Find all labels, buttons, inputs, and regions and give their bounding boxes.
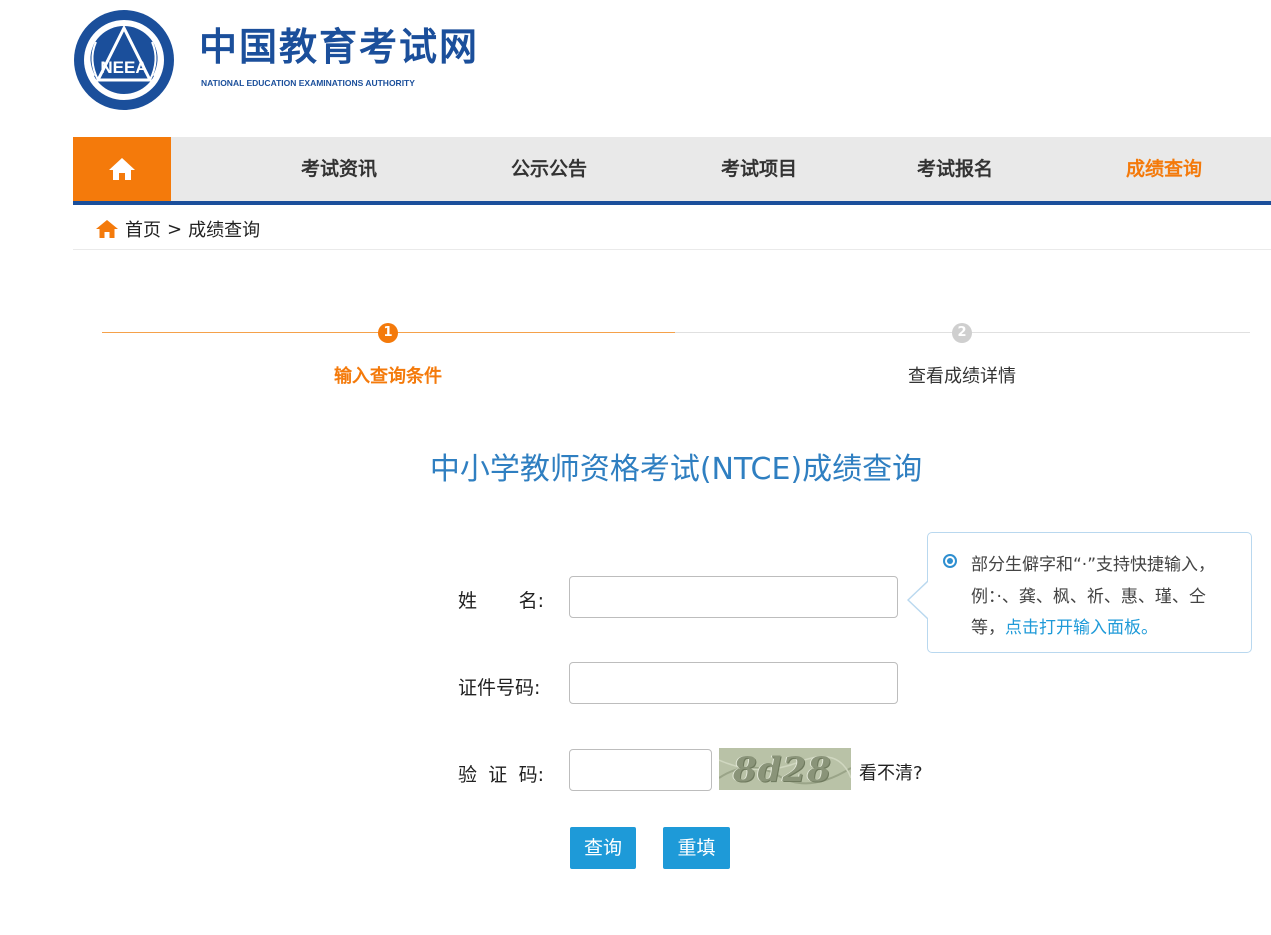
page-title: 中小学教师资格考试(NTCE)成绩查询: [429, 452, 923, 487]
nav-item-announcements[interactable]: 公示公告: [511, 137, 587, 201]
name-label-char: 名:: [518, 590, 544, 612]
breadcrumb-home-link[interactable]: 首页: [125, 216, 161, 242]
breadcrumb-separator: >: [167, 218, 183, 240]
breadcrumb-current: 成绩查询: [188, 220, 261, 241]
name-input[interactable]: [569, 576, 898, 618]
tooltip-text: 部分生僻字和“·”支持快捷输入，例：·、龚、枫、祈、惠、瑾、仝等，点击打开输入面…: [971, 550, 1233, 645]
captcha-label-char: 证: [488, 764, 508, 786]
nav-item-exam-news[interactable]: 考试资讯: [301, 137, 377, 201]
nav-item-exam-registration[interactable]: 考试报名: [917, 137, 993, 201]
query-button[interactable]: 查询: [570, 827, 636, 869]
captcha-refresh-link[interactable]: 看不清?: [859, 759, 923, 785]
captcha-label-char: 码:: [518, 764, 544, 786]
logo-text: NEEA: [100, 58, 147, 77]
open-input-panel-link[interactable]: 点击打开输入面板。: [1005, 618, 1158, 638]
captcha-image[interactable]: 8d28: [719, 748, 851, 790]
nav-home-button[interactable]: [73, 137, 171, 201]
captcha-label: 验 证 码:: [458, 760, 544, 787]
home-icon: [109, 158, 135, 180]
captcha-input[interactable]: [569, 749, 712, 791]
site-title[interactable]: 中国教育考试网: [199, 24, 479, 70]
captcha-text: 8d28: [733, 750, 832, 790]
id-number-label: 证件号码:: [458, 677, 541, 699]
captcha-label-char: 验: [458, 764, 478, 786]
site-subtitle: NATIONAL EDUCATION EXAMINATIONS AUTHORIT…: [201, 78, 415, 88]
tooltip-arrow-fill: [909, 582, 928, 618]
step-2-dot: 2: [952, 323, 972, 343]
reset-button[interactable]: 重填: [663, 827, 730, 869]
step-1-dot: 1: [378, 323, 398, 343]
breadcrumb: 首页 > 成绩查询: [95, 216, 260, 242]
nav-underline: [73, 201, 1271, 205]
name-label-char: 姓: [458, 590, 478, 612]
neea-logo[interactable]: NEEA: [72, 8, 176, 112]
breadcrumb-divider: [73, 249, 1271, 250]
step-2-label: 查看成绩详情: [908, 366, 1016, 387]
radio-icon: [943, 554, 957, 568]
step-1-label: 输入查询条件: [334, 366, 442, 387]
home-icon: [96, 220, 118, 238]
id-number-input[interactable]: [569, 662, 898, 704]
nav-item-score-query[interactable]: 成绩查询: [1126, 137, 1202, 201]
nav-item-exam-projects[interactable]: 考试项目: [721, 137, 797, 201]
name-label: 姓 名:: [458, 586, 544, 613]
nav-bar: [73, 137, 1271, 201]
